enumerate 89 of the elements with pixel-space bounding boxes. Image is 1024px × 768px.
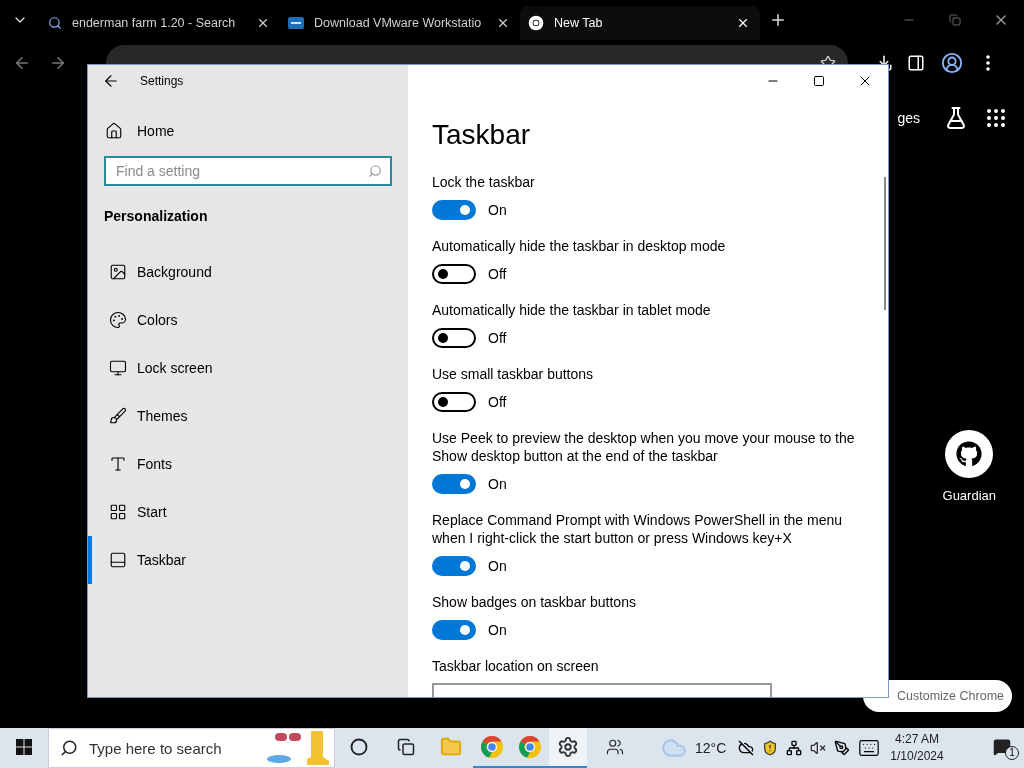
toggle-state: Off bbox=[488, 394, 507, 410]
setting-label: Show badges on taskbar buttons bbox=[432, 593, 637, 611]
home-link[interactable]: Home bbox=[137, 123, 175, 139]
toggle-state: Off bbox=[488, 330, 507, 346]
apps-grid-icon[interactable] bbox=[984, 106, 1008, 130]
plus-icon bbox=[769, 11, 787, 29]
clock-date[interactable]: 1/10/2024 bbox=[890, 748, 944, 765]
taskbar-icon bbox=[109, 551, 127, 569]
toggle-state: On bbox=[488, 476, 507, 492]
nav-item[interactable]: Themes bbox=[88, 392, 408, 440]
sunglasses-boots-drawing bbox=[265, 729, 331, 767]
forward-arrow-icon bbox=[49, 54, 67, 72]
keyboard-icon[interactable] bbox=[858, 737, 881, 759]
chrome-logo-icon bbox=[480, 735, 504, 759]
home-icon[interactable] bbox=[105, 122, 123, 140]
customize-button[interactable]: Customize Chrome bbox=[863, 680, 1012, 712]
brush-icon bbox=[109, 407, 127, 425]
setting-label: Use small taskbar buttons bbox=[432, 365, 595, 383]
mute-icon[interactable] bbox=[810, 740, 827, 756]
temperature[interactable]: 12°C bbox=[695, 740, 727, 756]
nav-item[interactable]: Colors bbox=[88, 296, 408, 344]
toggle-state: On bbox=[488, 558, 507, 574]
cat-logo-icon bbox=[956, 441, 983, 467]
browser-tab[interactable]: enderman farm 1.20 - Search bbox=[40, 6, 280, 40]
site-logo-icon bbox=[288, 17, 304, 29]
browser-tab[interactable]: New Tab bbox=[520, 6, 760, 40]
nav-item[interactable]: Background bbox=[88, 248, 408, 296]
setting-label: Automatically hide the taskbar in desktop mode bbox=[432, 237, 727, 255]
images-link[interactable]: ges bbox=[897, 110, 920, 126]
search-icon bbox=[368, 164, 382, 178]
setting-label: Replace Command Prompt with Windows PowerShell in the menu when I right-click the start button or press Windows key+X bbox=[432, 511, 844, 547]
setting-label: Lock the taskbar bbox=[432, 173, 536, 191]
toggle-state: On bbox=[488, 622, 507, 638]
page-title: Taskbar bbox=[432, 118, 532, 152]
windows-logo-icon bbox=[16, 739, 32, 755]
window-title: Settings bbox=[140, 74, 184, 88]
side-panel-icon bbox=[907, 54, 925, 72]
people-icon bbox=[606, 738, 624, 756]
close-icon[interactable] bbox=[736, 16, 750, 30]
profile-icon bbox=[941, 52, 963, 74]
browser-tab[interactable]: Download VMware Workstatio bbox=[280, 6, 520, 40]
settings-search-field[interactable]: Find a setting bbox=[104, 156, 392, 186]
font-icon bbox=[109, 455, 127, 473]
task-view-icon bbox=[397, 738, 415, 756]
notification-count: 1 bbox=[1005, 746, 1019, 760]
search-icon bbox=[60, 739, 78, 757]
close-icon[interactable] bbox=[496, 16, 510, 30]
setting-label: Use Peek to preview the desktop when you move your mouse to the Show desktop button at the end of the taskbar bbox=[432, 429, 856, 465]
toggle-switch[interactable] bbox=[432, 474, 476, 494]
taskbar-app-button[interactable] bbox=[549, 728, 587, 768]
nav-item[interactable]: Lock screen bbox=[88, 344, 408, 392]
close-icon[interactable] bbox=[256, 16, 270, 30]
monitor-icon bbox=[109, 359, 127, 377]
taskbar-search-field[interactable]: Type here to search bbox=[48, 728, 335, 768]
restore-icon bbox=[949, 14, 961, 26]
shortcut-label: Guardian bbox=[942, 488, 996, 503]
setting-label: Taskbar location on screen bbox=[432, 657, 600, 675]
network-icon[interactable] bbox=[786, 740, 803, 756]
section-heading: Personalization bbox=[104, 208, 209, 224]
shortcut-tile[interactable] bbox=[945, 430, 994, 478]
scrollbar[interactable] bbox=[884, 177, 886, 310]
nav-item[interactable]: Fonts bbox=[88, 440, 408, 488]
chrome-logo-icon bbox=[518, 735, 542, 759]
grid-icon bbox=[109, 503, 127, 521]
image-icon bbox=[109, 263, 127, 281]
search-icon bbox=[48, 16, 62, 30]
pen-icon[interactable] bbox=[834, 740, 851, 756]
circle-icon bbox=[350, 738, 368, 756]
more-icon bbox=[986, 55, 990, 71]
toggle-switch[interactable] bbox=[432, 620, 476, 640]
toggle-switch[interactable] bbox=[432, 556, 476, 576]
folder-icon bbox=[440, 736, 462, 758]
setting-label: Automatically hide the taskbar in tablet mode bbox=[432, 301, 712, 319]
toggle-switch[interactable] bbox=[432, 392, 476, 412]
toggle-switch[interactable] bbox=[432, 328, 476, 348]
toggle-switch[interactable] bbox=[432, 200, 476, 220]
chrome-logo-icon bbox=[528, 15, 544, 31]
maximize-icon bbox=[813, 75, 825, 87]
flask-icon[interactable] bbox=[944, 106, 968, 130]
settings-icon bbox=[557, 736, 579, 758]
notification-button[interactable]: 1 bbox=[980, 728, 1024, 768]
clock-time[interactable]: 4:27 AM bbox=[894, 731, 939, 748]
toggle-state: On bbox=[488, 202, 507, 218]
nav-item[interactable]: Start bbox=[88, 488, 408, 536]
shield-icon[interactable] bbox=[762, 740, 779, 756]
toggle-switch[interactable] bbox=[432, 264, 476, 284]
palette-icon bbox=[109, 311, 127, 329]
toggle-state: Off bbox=[488, 266, 507, 282]
cloud-off-icon[interactable] bbox=[738, 740, 755, 756]
